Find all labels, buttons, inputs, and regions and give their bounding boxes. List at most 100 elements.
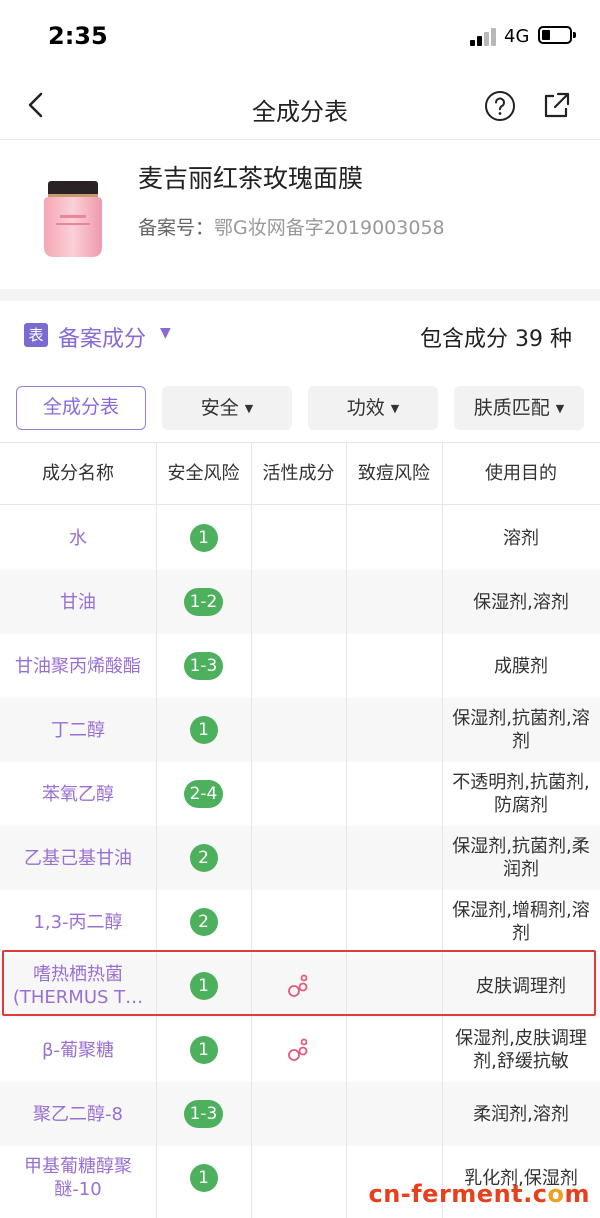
ingredient-name[interactable]: 丁二醇 <box>0 698 156 762</box>
site-watermark: cn-ferment.com <box>368 1180 590 1208</box>
safety-cell: 1 <box>156 1018 251 1082</box>
ingredient-name[interactable]: 甘油 <box>0 570 156 634</box>
acne-cell <box>346 762 442 826</box>
table-row[interactable]: 甘油 1-2 保湿剂,溶剂 <box>0 570 600 634</box>
ingredient-name[interactable]: 甘油聚丙烯酸酯 <box>0 634 156 698</box>
column-divider <box>346 443 347 1218</box>
active-cell <box>251 570 346 634</box>
acne-cell <box>346 1082 442 1146</box>
network-label: 4G <box>504 26 530 47</box>
ingredient-count: 包含成分 39 种 <box>420 327 572 352</box>
ingredient-purpose: 柔润剂,溶剂 <box>473 1103 569 1125</box>
acne-cell <box>346 826 442 890</box>
safety-badge: 1-3 <box>183 1100 224 1128</box>
help-icon[interactable] <box>484 90 516 122</box>
product-jar-image <box>44 181 102 257</box>
active-cell <box>251 1082 346 1146</box>
table-row[interactable]: 水 1 溶剂 <box>0 506 600 570</box>
table-row[interactable]: 1,3-丙二醇 2 保湿剂,增稠剂,溶剂 <box>0 890 600 954</box>
safety-badge: 2 <box>189 844 218 872</box>
active-cell <box>251 634 346 698</box>
product-header: 麦吉丽红茶玫瑰面膜 备案号：鄂G妆网备字2019003058 <box>0 141 600 289</box>
header-purpose: 使用目的 <box>485 463 557 484</box>
filter-efficacy[interactable]: 功效 ▼ <box>308 386 438 430</box>
table-body: 水 1 溶剂 甘油 1-2 保湿剂,溶剂 甘油聚丙烯酸酯 1-3 成膜剂 丁二醇 1 保湿剂,抗菌剂,… <box>0 506 600 1210</box>
ingredient-purpose: 保湿剂,抗菌剂,溶剂 <box>452 708 590 752</box>
filter-label: 安全 <box>200 397 239 419</box>
filter-all-ingredients[interactable]: 全成分表 <box>16 386 146 430</box>
active-cell <box>251 1146 346 1210</box>
table-row[interactable]: β-葡聚糖 1 保湿剂,皮肤调理剂,舒缓抗敏 <box>0 1018 600 1082</box>
table-row[interactable]: 乙基己基甘油 2 保湿剂,抗菌剂,柔润剂 <box>0 826 600 890</box>
header-active: 活性成分 <box>262 463 335 484</box>
safety-badge: 2-4 <box>183 780 224 808</box>
table-row[interactable]: 甘油聚丙烯酸酯 1-3 成膜剂 <box>0 634 600 698</box>
table-row[interactable]: 聚乙二醇-8 1-3 柔润剂,溶剂 <box>0 1082 600 1146</box>
safety-badge: 2 <box>189 908 218 936</box>
active-cell <box>251 698 346 762</box>
signal-icon <box>470 28 498 46</box>
table-tag-icon: 表 <box>24 323 48 347</box>
safety-badge: 1 <box>189 1036 218 1064</box>
ingredient-name[interactable]: 乙基己基甘油 <box>0 826 156 890</box>
table-row[interactable]: 苯氧乙醇 2-4 不透明剂,抗菌剂,防腐剂 <box>0 762 600 826</box>
ingredient-name[interactable]: 水 <box>0 506 156 570</box>
safety-badge: 1 <box>189 716 218 744</box>
watermark-text: o <box>547 1180 565 1208</box>
ingredient-name[interactable]: 聚乙二醇-8 <box>0 1082 156 1146</box>
safety-cell: 2 <box>156 826 251 890</box>
record-label: 备案号： <box>138 217 215 239</box>
active-cell <box>251 506 346 570</box>
caret-down-icon[interactable]: ▼ <box>160 325 171 341</box>
safety-cell: 1-3 <box>156 634 251 698</box>
safety-cell: 1-3 <box>156 1082 251 1146</box>
highlight-box <box>2 950 596 1016</box>
record-dropdown[interactable]: 备案成分 <box>58 321 146 353</box>
ingredient-name[interactable]: 苯氧乙醇 <box>0 762 156 826</box>
filter-label: 肤质匹配 <box>473 397 550 419</box>
filter-label: 功效 <box>346 397 385 419</box>
safety-cell: 1 <box>156 1146 251 1210</box>
caret-down-icon: ▼ <box>555 402 565 415</box>
caret-down-icon: ▼ <box>390 402 400 415</box>
table-header: 成分名称 安全风险 活性成分 致痘风险 使用目的 <box>0 443 600 505</box>
ingredient-name[interactable]: 甲基葡糖醇聚醚-10 <box>0 1146 156 1210</box>
active-cell <box>251 762 346 826</box>
safety-badge: 1 <box>189 524 218 552</box>
filter-label: 全成分表 <box>42 396 119 418</box>
ingredient-purpose: 保湿剂,增稠剂,溶剂 <box>452 900 590 944</box>
watermark-text: m <box>564 1180 590 1208</box>
record-value: 鄂G妆网备字2019003058 <box>214 217 445 239</box>
ingredient-table: 成分名称 安全风险 活性成分 致痘风险 使用目的 水 1 溶剂 甘油 1-2 保湿剂,溶剂… <box>0 442 600 1218</box>
acne-cell <box>346 890 442 954</box>
column-divider <box>442 443 443 1218</box>
safety-cell: 1-2 <box>156 570 251 634</box>
filter-bar: 全成分表 安全 ▼ 功效 ▼ 肤质匹配 ▼ <box>0 384 600 432</box>
header-name: 成分名称 <box>42 463 114 484</box>
safety-cell: 1 <box>156 506 251 570</box>
table-row[interactable]: 丁二醇 1 保湿剂,抗菌剂,溶剂 <box>0 698 600 762</box>
active-ingredient-icon <box>287 1038 307 1061</box>
caret-down-icon: ▼ <box>244 402 254 415</box>
product-record: 备案号：鄂G妆网备字2019003058 <box>138 213 445 240</box>
battery-icon <box>538 26 576 44</box>
active-cell <box>251 890 346 954</box>
safety-cell: 1 <box>156 698 251 762</box>
ingredient-purpose: 保湿剂,皮肤调理剂,舒缓抗敏 <box>455 1028 587 1072</box>
section-divider <box>0 289 600 301</box>
acne-cell <box>346 506 442 570</box>
safety-badge: 1 <box>189 1164 218 1192</box>
ingredient-summary: 表 备案成分 ▼ 包含成分 39 种 <box>0 301 600 371</box>
filter-safety[interactable]: 安全 ▼ <box>162 386 292 430</box>
ingredient-name[interactable]: 1,3-丙二醇 <box>0 890 156 954</box>
column-divider <box>156 443 157 1218</box>
acne-cell <box>346 570 442 634</box>
filter-skin-match[interactable]: 肤质匹配 ▼ <box>454 386 584 430</box>
acne-cell <box>346 1018 442 1082</box>
product-name: 麦吉丽红茶玫瑰面膜 <box>138 164 364 193</box>
ingredient-name[interactable]: β-葡聚糖 <box>0 1018 156 1082</box>
share-icon[interactable] <box>540 90 572 122</box>
active-cell <box>251 826 346 890</box>
active-cell <box>251 1018 346 1082</box>
status-bar: 2:35 4G <box>0 0 600 72</box>
